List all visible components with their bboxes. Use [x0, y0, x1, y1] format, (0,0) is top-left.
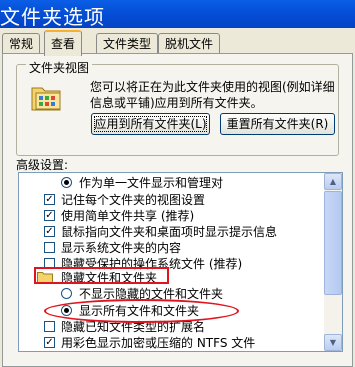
- list-item-label: 显示系统文件夹的内容: [61, 241, 182, 255]
- checkbox[interactable]: [44, 321, 55, 332]
- checkbox[interactable]: ✓: [44, 226, 55, 237]
- scroll-down-button[interactable]: ▼: [324, 334, 342, 351]
- scroll-thumb[interactable]: [324, 191, 342, 295]
- tab-offline-files[interactable]: 脱机文件: [158, 33, 221, 54]
- tab-file-types[interactable]: 文件类型: [96, 33, 159, 54]
- radio-button[interactable]: [61, 177, 72, 188]
- tab-view[interactable]: 查看: [44, 30, 83, 56]
- folder-views-icon: [31, 87, 61, 111]
- title-bar: 文件夹选项: [0, 0, 355, 29]
- list-item-label: 鼠标指向文件夹和桌面项时显示提示信息: [61, 225, 278, 239]
- window-title: 文件夹选项: [0, 5, 105, 29]
- checkbox[interactable]: ✓: [44, 194, 55, 205]
- tab-general[interactable]: 常规: [2, 33, 41, 54]
- highlight-rectangle: [34, 267, 169, 284]
- checkbox[interactable]: ✓: [44, 337, 55, 348]
- vertical-scrollbar[interactable]: ▲ ▼: [324, 173, 342, 351]
- list-item-label: 记住每个文件夹的视图设置: [61, 193, 206, 207]
- checkbox[interactable]: ✓: [44, 210, 55, 221]
- reset-all-folders-button[interactable]: 重置所有文件夹(R): [220, 113, 335, 135]
- scroll-up-button[interactable]: ▲: [324, 173, 342, 190]
- advanced-settings-label: 高级设置:: [16, 158, 69, 172]
- advanced-settings-list: 作为单一文件显示和管理对 ✓ 记住每个文件夹的视图设置 ✓ 使用简单文件共享 (…: [18, 172, 343, 352]
- apply-to-all-folders-button[interactable]: 应用到所有文件夹(L): [91, 113, 210, 135]
- highlight-ellipse: [44, 299, 239, 323]
- checkbox[interactable]: [44, 242, 55, 253]
- folder-views-legend: 文件夹视图: [26, 59, 93, 76]
- list-item-label: 作为单一文件显示和管理对: [79, 176, 224, 190]
- list-item-label: 使用简单文件共享 (推荐): [61, 209, 195, 223]
- folder-views-description: 您可以将正在为此文件夹使用的视图(例如详细信息或平铺)应用到所有文件夹。: [90, 80, 335, 110]
- tab-strip: 常规 查看 文件类型 脱机文件: [0, 28, 355, 56]
- list-item-label: 用彩色显示加密或压缩的 NTFS 文件: [61, 336, 256, 350]
- radio-button[interactable]: [61, 288, 72, 299]
